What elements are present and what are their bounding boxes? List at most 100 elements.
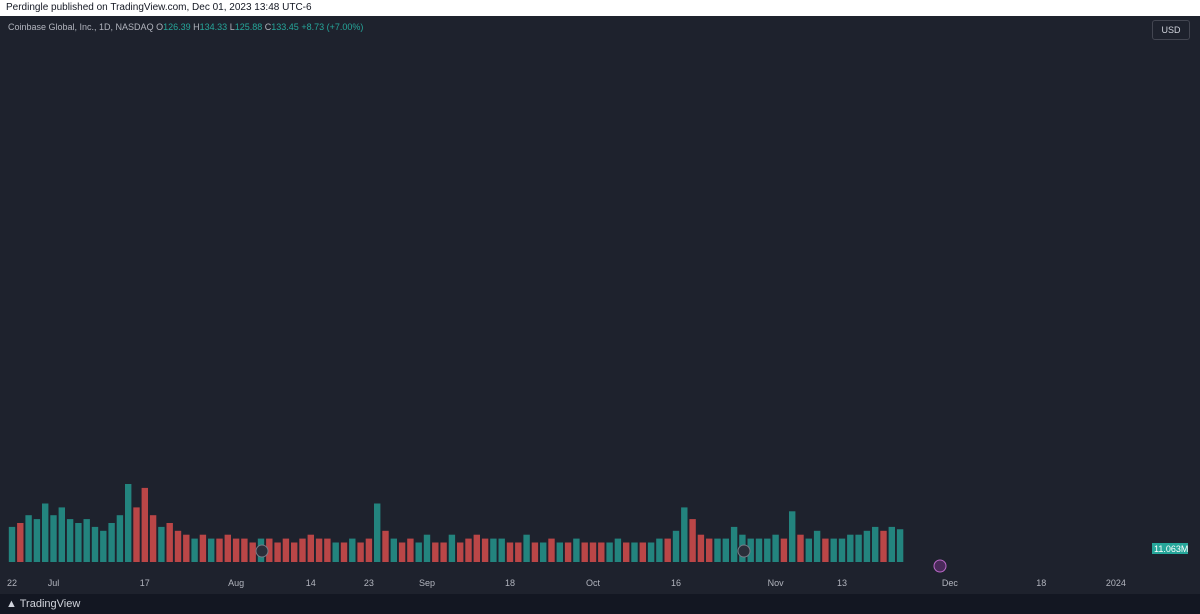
time-tick-label: 16 [671, 578, 681, 588]
volume-bar [872, 526, 879, 562]
volume-bar [564, 542, 572, 562]
volume-bar [714, 538, 721, 562]
volume-bar [789, 511, 796, 562]
volume-bar [706, 538, 713, 562]
volume-bar [232, 538, 240, 562]
volume-bar [174, 530, 182, 562]
volume-bar [473, 534, 480, 562]
volume-bar [282, 538, 290, 562]
volume-bar [589, 542, 597, 562]
symbol-legend: Coinbase Global, Inc., 1D, NASDAQ O126.3… [8, 22, 363, 32]
volume-bar [656, 538, 663, 562]
volume-bar [506, 542, 514, 562]
volume-bar [847, 534, 854, 562]
volume-bar [116, 515, 124, 562]
volume-bar [216, 538, 223, 562]
volume-bar [780, 538, 788, 562]
volume-bar [191, 538, 198, 562]
time-tick-label: 23 [364, 578, 374, 588]
volume-bar [896, 529, 904, 562]
volume-bar [224, 534, 231, 562]
close-value: 133.45 [271, 22, 299, 32]
volume-bar [208, 538, 215, 562]
currency-button[interactable]: USD [1152, 20, 1190, 40]
volume-bar [515, 542, 522, 562]
earnings-marker-icon [255, 544, 269, 558]
volume-bar [813, 530, 821, 562]
volume-bar [141, 487, 148, 562]
volume-bar [855, 534, 862, 562]
symbol-name: Coinbase Global, Inc., 1D, NASDAQ [8, 22, 154, 32]
volume-bar [58, 507, 65, 562]
price-chart[interactable]: 133.4501:11:15133.00119.77115.00113.4810… [0, 16, 1200, 594]
volume-bar [440, 542, 447, 562]
volume-bar [531, 542, 539, 562]
time-axis: 22 Jul 17 Aug 14 23 Sep 18 Oct 16 Nov 13 Dec 18 2024 [0, 574, 1148, 594]
volume-bar [291, 542, 298, 562]
time-tick-label: Jul [48, 578, 60, 588]
volume-bar [398, 542, 406, 562]
volume-bar [548, 538, 555, 562]
volume-bar [199, 534, 207, 562]
earnings-marker-icon [737, 544, 751, 558]
volume-bar [540, 542, 547, 562]
volume-bar [374, 503, 381, 562]
time-axis-bg [0, 574, 1148, 594]
volume-bar [598, 542, 605, 562]
time-tick-label: 22 [7, 578, 17, 588]
volume-bar [838, 538, 846, 562]
volume-bar [365, 538, 373, 562]
annotations [255, 544, 947, 573]
volume-bar [490, 538, 497, 562]
volume-bar [390, 538, 397, 562]
volume-bar [133, 507, 140, 562]
volume-bar [299, 538, 306, 562]
volume-bar [307, 534, 314, 562]
time-tick-label: Nov [768, 578, 785, 588]
volume-bar [830, 538, 837, 562]
volume-bar [573, 538, 580, 562]
volume-bar [523, 534, 530, 562]
volume-bar [42, 503, 49, 562]
volume-bar [772, 534, 779, 562]
footer-bar: ▲ TradingView [0, 594, 1200, 614]
volume-bar [556, 542, 563, 562]
volume-bar [108, 523, 115, 562]
volume-bar [498, 538, 505, 562]
volume-bar [315, 538, 323, 562]
volume-bar [332, 542, 339, 562]
time-tick-label: 18 [505, 578, 515, 588]
time-tick-label: 17 [140, 578, 150, 588]
time-tick-label: Dec [942, 578, 959, 588]
volume-bar [382, 530, 389, 562]
time-tick-label: Aug [228, 578, 244, 588]
volume-bar [481, 538, 489, 562]
volume-bar [880, 530, 887, 562]
volume-bar [125, 484, 132, 562]
volume-bar [100, 530, 107, 562]
time-tick-label: 14 [306, 578, 316, 588]
volume-bar [50, 515, 57, 562]
time-tick-label: Oct [586, 578, 601, 588]
volume-bar [75, 523, 82, 562]
volume-bar [764, 538, 771, 562]
volume-bar [664, 538, 671, 562]
volume-bar [432, 542, 439, 562]
volume-bar [158, 526, 165, 562]
change-value: +8.73 (+7.00%) [301, 22, 364, 32]
high-value: 134.33 [199, 22, 228, 32]
open-value: 126.39 [163, 22, 191, 32]
volume-bar [33, 519, 41, 562]
volume-bar [423, 534, 431, 562]
volume-bar [888, 526, 895, 562]
time-tick-label: 18 [1036, 578, 1046, 588]
volume-bar [340, 542, 348, 562]
volume-bar [822, 538, 829, 562]
volume-bar [631, 542, 638, 562]
volume-bar [166, 523, 173, 562]
volume-bar [91, 526, 99, 562]
volume-bar [805, 538, 812, 562]
volume-bar [83, 519, 90, 562]
volume-bar [797, 534, 804, 562]
volume-bar [672, 530, 680, 562]
